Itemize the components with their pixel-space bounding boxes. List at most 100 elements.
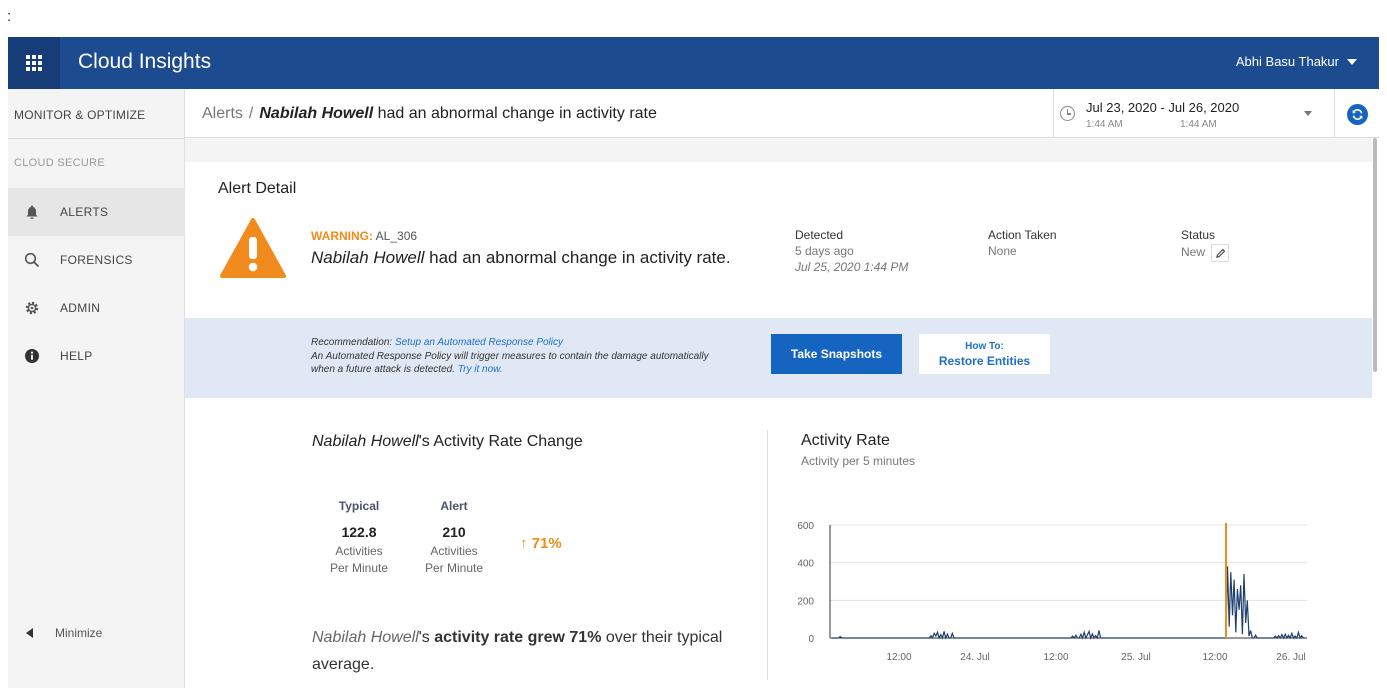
detected-label: Detected — [795, 228, 844, 242]
summary-text-1: 's — [418, 629, 435, 646]
x-tick-label: 12:00 — [886, 652, 911, 663]
typical-unit-line1: Activities — [335, 544, 383, 558]
howto-label: How To: — [965, 341, 1004, 352]
activity-change-title: Nabilah Howell's Activity Rate Change — [312, 433, 583, 451]
alert-stat: Alert 210 Activities Per Minute — [421, 498, 487, 577]
scrollbar[interactable] — [1373, 138, 1377, 372]
caret-down-icon — [1347, 58, 1357, 65]
x-tick-label: 12:00 — [1202, 652, 1227, 663]
activity-card: Nabilah Howell's Activity Rate Change Ty… — [185, 398, 1372, 688]
summary-user-name: Nabilah Howell — [312, 629, 419, 646]
minimize-label: Minimize — [55, 626, 103, 640]
sidebar-item-label: ALERTS — [60, 205, 109, 219]
summary-pct: % — [587, 629, 602, 646]
activity-rate-chart: 0 200 400 600 12:00 24. Jul 12:00 25. Jul 12:00 2… — [797, 521, 1307, 663]
minimize-button[interactable]: Minimize — [8, 609, 185, 657]
x-tick-label: 25. Jul — [1121, 652, 1150, 663]
y-tick-label: 200 — [797, 596, 814, 607]
detected-timestamp: Jul 25, 2020 1:44 PM — [795, 260, 909, 274]
breadcrumb-title: had an abnormal change in activity rate — [373, 105, 657, 122]
y-tick-label: 600 — [797, 521, 814, 532]
breadcrumb-alerts-link[interactable]: Alerts — [202, 105, 243, 122]
recommendation-prefix: Recommendation: — [311, 337, 395, 348]
refresh-button[interactable] — [1347, 104, 1368, 125]
breadcrumb: Alerts / Nabilah Howell had an abnormal ch… — [202, 105, 657, 123]
take-snapshots-button[interactable]: Take Snapshots — [771, 334, 902, 374]
setup-policy-link[interactable]: Setup an Automated Response Policy — [395, 337, 563, 348]
chevron-left-icon — [26, 628, 33, 638]
grid-icon — [26, 55, 42, 71]
restore-entities-button[interactable]: How To: Restore Entities — [919, 334, 1050, 374]
x-tick-label: 12:00 — [1043, 652, 1068, 663]
activity-summary: Nabilah Howell's activity rate grew 71% … — [312, 624, 762, 678]
recommendation-body: An Automated Response Policy will trigge… — [311, 350, 709, 376]
restore-entities-label: Restore Entities — [938, 354, 1031, 368]
refresh-icon — [1352, 109, 1363, 120]
typical-value: 122.8 — [341, 524, 377, 540]
top-bar: Cloud Insights Abhi Basu Thakur — [8, 37, 1379, 89]
sidebar-item-alerts[interactable]: ALERTS — [8, 188, 185, 236]
user-menu[interactable]: Abhi Basu Thakur — [1236, 54, 1357, 69]
bell-icon — [22, 204, 42, 220]
alert-severity: WARNING: AL_306 — [311, 229, 417, 243]
date-range-end-time: 1:44 AM — [1180, 119, 1217, 130]
typical-stat: Typical 122.8 Activities Per Minute — [326, 498, 392, 577]
edit-status-button[interactable] — [1211, 244, 1230, 262]
sidebar-section-monitor[interactable]: MONITOR & OPTIMIZE — [8, 89, 185, 139]
breadcrumb-user-name: Nabilah Howell — [259, 105, 374, 122]
recommendation-text: Recommendation: Setup an Automated Respo… — [311, 336, 731, 377]
sidebar-subsection-cloud-secure: CLOUD SECURE — [14, 157, 106, 169]
breadcrumb-separator: / — [248, 105, 254, 122]
status-value: New — [1181, 245, 1206, 260]
date-range-picker[interactable]: Jul 23, 2020 - Jul 26, 2020 1:44 AM 1:44… — [1053, 89, 1335, 138]
app-root: : Cloud Insights Abhi Basu Thakur MONITO… — [0, 0, 1387, 688]
activity-user-name: Nabilah Howell — [312, 433, 419, 450]
alert-user-name[interactable]: Nabilah Howell — [311, 248, 424, 267]
detected-column: Detected 5 days ago Jul 25, 2020 1:44 PM — [795, 228, 908, 274]
x-tick-label: 26. Jul — [1276, 652, 1305, 663]
detected-ago: 5 days ago — [795, 244, 854, 258]
page-header: Alerts / Nabilah Howell had an abnormal ch… — [185, 89, 1379, 138]
warning-label: WARNING: — [311, 229, 373, 243]
app-switcher-button[interactable] — [8, 37, 60, 89]
try-it-now-link[interactable]: Try it now. — [458, 364, 503, 375]
column-divider — [767, 430, 768, 680]
sidebar-item-label: ADMIN — [60, 301, 101, 315]
pencil-icon — [1215, 248, 1225, 258]
alert-value: 210 — [442, 524, 466, 540]
status-row: New — [1181, 244, 1230, 262]
action-value: None — [988, 244, 1017, 258]
y-tick-label: 0 — [808, 634, 814, 645]
chart-title: Activity Rate — [801, 432, 890, 449]
sidebar: MONITOR & OPTIMIZE CLOUD SECURE ALERTS F… — [8, 89, 185, 688]
x-tick-label: 24. Jul — [960, 652, 989, 663]
sidebar-item-label: FORENSICS — [60, 253, 133, 267]
search-icon — [22, 252, 42, 268]
recommendation-banner: Recommendation: Setup an Automated Respo… — [185, 318, 1372, 398]
stray-character: : — [7, 8, 12, 25]
alert-detail-card: Alert Detail WARNING: AL_306 Nabilah How… — [185, 162, 1372, 318]
action-label: Action Taken — [988, 228, 1057, 242]
typical-unit-line2: Per Minute — [329, 561, 389, 575]
sidebar-item-help[interactable]: HELP — [8, 332, 185, 380]
change-percentage: ↑ 71% — [520, 535, 562, 552]
alert-label: Alert — [440, 499, 468, 513]
typical-label: Typical — [338, 499, 380, 513]
chart-subtitle: Activity per 5 minutes — [801, 454, 916, 468]
alert-id: AL_306 — [373, 229, 418, 243]
date-range-start-time: 1:44 AM — [1086, 119, 1123, 130]
sidebar-item-label: HELP — [60, 349, 93, 363]
gear-icon — [22, 300, 42, 316]
sidebar-item-forensics[interactable]: FORENSICS — [8, 236, 185, 284]
alert-detail-title: Alert Detail — [218, 180, 297, 197]
sidebar-item-admin[interactable]: ADMIN — [8, 284, 185, 332]
date-range-text: Jul 23, 2020 - Jul 26, 2020 — [1086, 100, 1240, 115]
summary-bold: activity rate grew 71 — [434, 629, 588, 646]
status-column: Status New — [1181, 228, 1230, 262]
alert-message-text: had an abnormal change in activity rate. — [424, 248, 731, 267]
status-label: Status — [1181, 228, 1216, 242]
warning-icon — [220, 218, 286, 278]
info-icon — [22, 348, 42, 364]
app-title: Cloud Insights — [78, 50, 212, 73]
user-name: Abhi Basu Thakur — [1235, 54, 1339, 69]
